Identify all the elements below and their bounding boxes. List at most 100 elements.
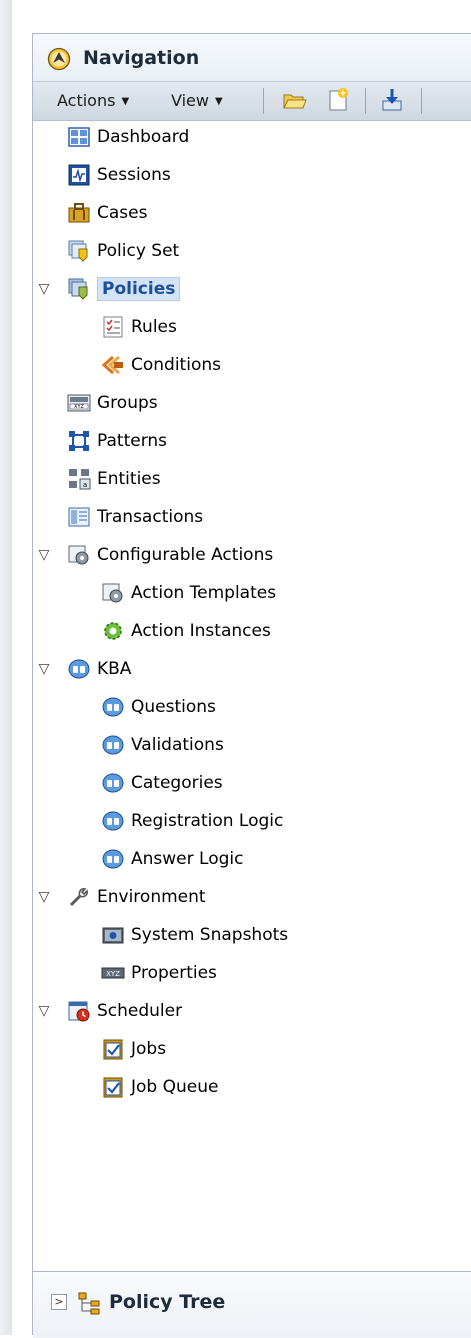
- kba-icon: [102, 773, 124, 793]
- chevron-right-icon[interactable]: >: [51, 1294, 67, 1310]
- kba-icon: [68, 659, 90, 679]
- tree-item-label: Job Queue: [131, 1077, 219, 1097]
- toolbar-separator: [263, 88, 264, 114]
- sessions-icon: [68, 164, 90, 186]
- svg-text:XYZ: XYZ: [74, 404, 84, 410]
- groups-icon: XYZ: [67, 394, 91, 412]
- tree-item-cases[interactable]: Cases: [67, 196, 147, 230]
- tree-item-action-templates[interactable]: Action Templates: [101, 576, 276, 610]
- policy-tree-icon: [78, 1292, 100, 1315]
- expanded-triangle-icon[interactable]: ▽: [37, 281, 51, 297]
- chevron-down-icon: ▼: [214, 96, 223, 107]
- tree-item-label: Entities: [97, 469, 161, 489]
- tree-item-label: KBA: [97, 659, 132, 679]
- tree-item-label: Questions: [131, 697, 216, 717]
- conditions-icon: [101, 355, 123, 375]
- svg-text:a: a: [83, 481, 87, 489]
- tree-item-answer-logic[interactable]: Answer Logic: [101, 842, 243, 876]
- policy-set-icon: [68, 240, 88, 262]
- tree-item-scheduler[interactable]: Scheduler: [67, 994, 182, 1028]
- kba-icon: [102, 849, 124, 869]
- left-edge-strip: [0, 0, 12, 1335]
- expanded-triangle-icon[interactable]: ▽: [37, 1003, 51, 1019]
- tree-item-system-snapshots[interactable]: System Snapshots: [101, 918, 288, 952]
- policy-tree-accordion[interactable]: > Policy Tree: [33, 1271, 471, 1338]
- tree-item-questions[interactable]: Questions: [101, 690, 216, 724]
- toolbar-separator: [421, 88, 422, 114]
- tree-item-dashboard[interactable]: Dashboard: [67, 120, 189, 154]
- navigation-title: Navigation: [83, 47, 200, 69]
- tree-item-label: Action Instances: [131, 621, 271, 641]
- kba-icon: [102, 697, 124, 717]
- tree-item-rules[interactable]: Rules: [101, 310, 177, 344]
- tree-item-environment[interactable]: Environment: [67, 880, 206, 914]
- tree-item-label: Jobs: [131, 1039, 167, 1059]
- tree-item-sessions[interactable]: Sessions: [67, 158, 171, 192]
- tree-item-job-queue[interactable]: Job Queue: [101, 1070, 218, 1104]
- tree-item-label: Configurable Actions: [97, 545, 274, 565]
- tree-item-label: Policies: [97, 277, 181, 301]
- tree-item-conditions[interactable]: Conditions: [101, 348, 221, 382]
- tree-item-categories[interactable]: Categories: [101, 766, 223, 800]
- properties-icon: XYZ: [101, 967, 125, 979]
- action-templates-icon: [102, 583, 123, 603]
- dashboard-icon: [68, 127, 90, 147]
- tree-item-label: Cases: [97, 203, 148, 223]
- tree-item-label: Sessions: [97, 165, 171, 185]
- tree-item-kba[interactable]: KBA: [67, 652, 131, 686]
- tree-item-label: Validations: [131, 735, 224, 755]
- tree-item-patterns[interactable]: Patterns: [67, 424, 167, 458]
- tree-item-registration-logic[interactable]: Registration Logic: [101, 804, 283, 838]
- tree-item-label: Policy Set: [97, 241, 180, 261]
- job-queue-icon: [103, 1077, 123, 1098]
- view-menu-label: View: [171, 91, 209, 110]
- wrench-icon: [69, 888, 88, 907]
- tree-item-policies[interactable]: Policies: [67, 272, 181, 306]
- tree-item-label: Patterns: [97, 431, 168, 451]
- tree-item-label: Environment: [97, 887, 206, 907]
- expanded-triangle-icon[interactable]: ▽: [37, 661, 51, 677]
- new-item-icon[interactable]: [325, 86, 351, 114]
- patterns-icon: [69, 431, 89, 451]
- folder-open-icon[interactable]: [281, 86, 307, 114]
- navigation-toolbar: Actions ▼ View ▼: [33, 82, 471, 121]
- tree-item-label: Transactions: [97, 507, 204, 527]
- tree-item-configurable-actions[interactable]: Configurable Actions: [67, 538, 273, 572]
- scheduler-icon: [68, 1001, 90, 1022]
- policies-icon: [68, 278, 88, 300]
- action-instances-icon: [104, 622, 122, 640]
- tree-item-jobs[interactable]: Jobs: [101, 1032, 166, 1066]
- navigation-compass-icon: [47, 47, 71, 71]
- expanded-triangle-icon[interactable]: ▽: [37, 547, 51, 563]
- actions-menu[interactable]: Actions ▼: [57, 91, 129, 110]
- snapshot-icon: [102, 927, 124, 944]
- view-menu[interactable]: View ▼: [171, 91, 223, 110]
- tree-item-label: Properties: [131, 963, 217, 983]
- tree-item-groups[interactable]: XYZ Groups: [67, 386, 158, 420]
- tree-item-transactions[interactable]: Transactions: [67, 500, 203, 534]
- jobs-icon: [103, 1039, 123, 1060]
- tree-item-label: Action Templates: [131, 583, 277, 603]
- tree-item-policy-set[interactable]: Policy Set: [67, 234, 179, 268]
- chevron-down-icon: ▼: [121, 96, 130, 107]
- kba-icon: [102, 811, 124, 831]
- tree-item-entities[interactable]: a Entities: [67, 462, 161, 496]
- tree-item-label: Dashboard: [97, 127, 190, 147]
- navigation-header: Navigation: [33, 34, 471, 82]
- tree-item-label: Conditions: [131, 355, 221, 375]
- tree-item-validations[interactable]: Validations: [101, 728, 224, 762]
- tree-item-label: System Snapshots: [131, 925, 289, 945]
- rules-icon: [103, 316, 123, 338]
- expanded-triangle-icon[interactable]: ▽: [37, 889, 51, 905]
- tree-item-label: Groups: [97, 393, 158, 413]
- navigation-panel: Navigation Actions ▼ View ▼ Dashboard Se…: [32, 33, 471, 1338]
- tree-item-action-instances[interactable]: Action Instances: [101, 614, 271, 648]
- tree-item-label: Registration Logic: [131, 811, 284, 831]
- tree-item-label: Answer Logic: [131, 849, 244, 869]
- tree-item-properties[interactable]: XYZ Properties: [101, 956, 217, 990]
- entities-icon: a: [69, 469, 91, 490]
- svg-text:XYZ: XYZ: [106, 970, 120, 978]
- download-icon[interactable]: [379, 86, 405, 114]
- tree-item-label: Rules: [131, 317, 177, 337]
- tree-item-label: Categories: [131, 773, 223, 793]
